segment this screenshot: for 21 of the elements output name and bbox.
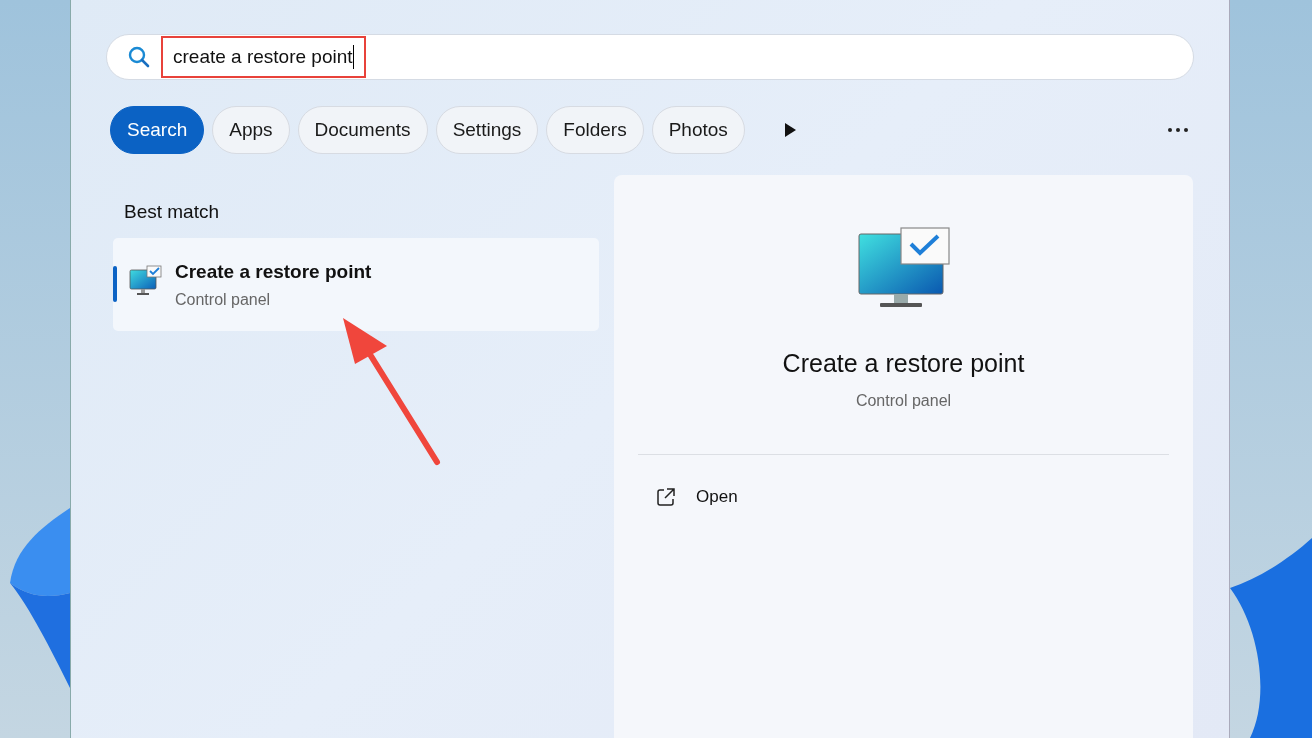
filter-tab[interactable]: Settings	[435, 106, 539, 154]
result-item[interactable]: Create a restore point Control panel	[113, 238, 599, 331]
preview-title: Create a restore point	[782, 349, 1025, 378]
section-title: Best match	[123, 200, 221, 224]
external-link-icon[interactable]	[656, 487, 676, 507]
result-title: Create a restore point	[175, 260, 372, 283]
preview-subtitle: Control panel	[855, 392, 952, 410]
monitor-checkmark-icon	[129, 264, 163, 297]
filter-tab[interactable]: Folders	[546, 106, 644, 154]
search-icon	[127, 45, 151, 69]
search-field[interactable]: create a restore point	[106, 34, 1194, 80]
filter-tab[interactable]: Documents	[297, 106, 428, 154]
monitor-checkmark-icon	[857, 227, 950, 309]
filter-tab[interactable]: Apps	[212, 106, 290, 154]
result-subtitle: Control panel	[175, 290, 272, 309]
filter-tab[interactable]: Search	[110, 106, 205, 154]
filter-tab[interactable]: Photos	[651, 106, 745, 154]
action-link[interactable]: Open	[696, 487, 738, 507]
more-options-icon[interactable]	[1167, 127, 1189, 133]
play-icon[interactable]	[782, 122, 797, 138]
search-query: create a restore point	[161, 36, 366, 78]
